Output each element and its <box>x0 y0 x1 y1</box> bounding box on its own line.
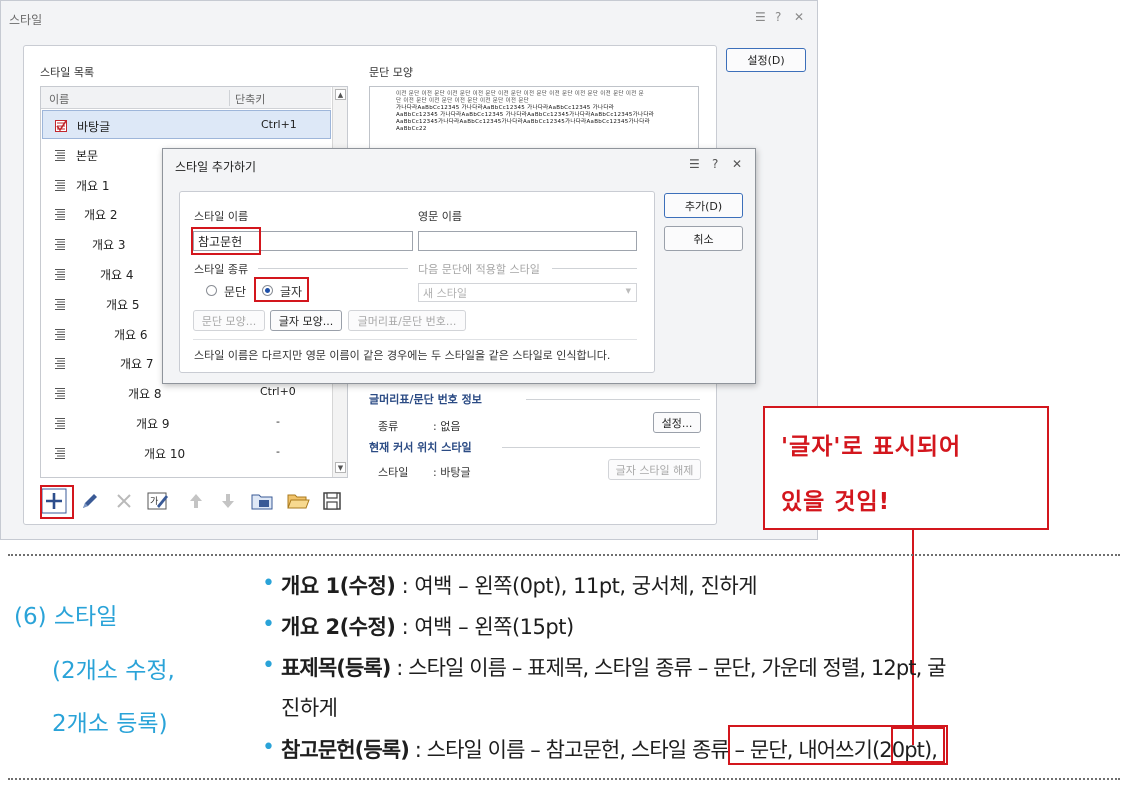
step-subtitle-1: (2개소 수정, <box>52 658 175 684</box>
instruction-bold: 표제목(등록) <box>281 656 391 680</box>
paragraph-type-highlight <box>891 727 945 763</box>
instruction-item: 개요 2(수정) : 여백 – 왼쪽(15pt) <box>281 611 574 641</box>
step-subtitle-2: 2개소 등록) <box>52 711 168 737</box>
instruction-text: : 스타일 이름 – 표제목, 스타일 종류 – 문단, 가운데 정렬, 12p… <box>390 656 946 680</box>
instruction-item: 개요 1(수정) : 여백 – 왼쪽(0pt), 11pt, 궁서체, 진하게 <box>281 570 758 600</box>
instruction-text: : 여백 – 왼쪽(0pt), 11pt, 궁서체, 진하게 <box>395 574 758 598</box>
top-dotted-divider <box>8 554 1120 556</box>
bullet-marker: • <box>262 612 275 637</box>
instruction-bold: 참고문헌(등록) <box>281 738 410 762</box>
instruction-item: 표제목(등록) : 스타일 이름 – 표제목, 스타일 종류 – 문단, 가운데… <box>281 652 946 682</box>
instruction-bold: 개요 1(수정) <box>281 574 396 598</box>
instruction-continuation: 진하게 <box>281 696 338 720</box>
instruction-bold: 개요 2(수정) <box>281 615 396 639</box>
bottom-dotted-divider <box>8 778 1120 780</box>
bullet-marker: • <box>262 571 275 596</box>
instruction-text: : 여백 – 왼쪽(15pt) <box>395 615 575 639</box>
bullet-marker: • <box>262 653 275 678</box>
step-title: (6) 스타일 <box>14 604 118 630</box>
bullet-marker: • <box>262 735 275 760</box>
